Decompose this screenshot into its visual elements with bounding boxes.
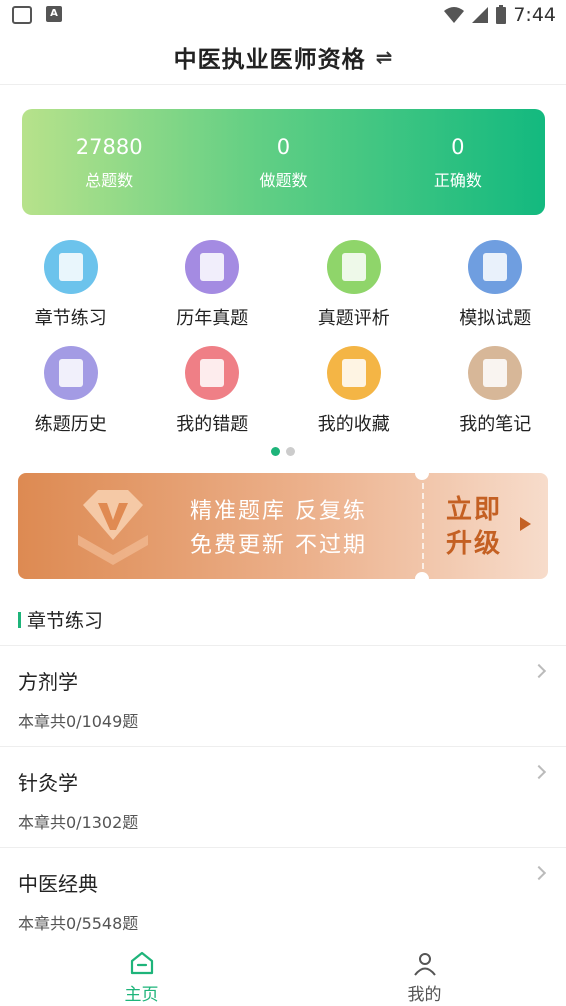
chapter-name: 针灸学 bbox=[18, 771, 78, 795]
grid-item-favorites[interactable]: 我的收藏 bbox=[283, 346, 425, 452]
feature-grid: 章节练习 历年真题 真题评析 模拟试题 练题历史 我的错题 我的收藏 我的笔记 bbox=[0, 240, 566, 452]
grid-item-label: 模拟试题 bbox=[459, 308, 532, 329]
vip-v-icon bbox=[78, 490, 148, 565]
grid-item-label: 真题评析 bbox=[317, 308, 390, 329]
chapter-list: 方剂学 本章共0/1049题 针灸学 本章共0/1302题 中医经典 本章共0/… bbox=[0, 645, 566, 948]
stat-value: 0 bbox=[276, 135, 291, 159]
section-title: 章节练习 bbox=[27, 610, 104, 632]
tab-label: 主页 bbox=[124, 985, 159, 1005]
chapter-name: 方剂学 bbox=[18, 670, 78, 694]
grid-item-mock-test[interactable]: 模拟试题 bbox=[425, 240, 566, 346]
calendar-history-icon bbox=[43, 346, 98, 400]
swap-arrows-icon[interactable]: ⇌ bbox=[376, 45, 393, 69]
section-header: 章节练习 bbox=[18, 606, 103, 633]
stat-label: 总题数 bbox=[85, 171, 134, 190]
list-item[interactable]: 中医经典 本章共0/5548题 bbox=[0, 847, 566, 948]
page-title[interactable]: 中医执业医师资格 bbox=[174, 40, 366, 74]
grid-item-past-exams[interactable]: 历年真题 bbox=[142, 240, 284, 346]
grid-item-notes[interactable]: 我的笔记 bbox=[425, 346, 566, 452]
grid-item-exam-analysis[interactable]: 真题评析 bbox=[283, 240, 425, 346]
chapter-name: 中医经典 bbox=[18, 872, 98, 896]
banner-notch-bottom bbox=[415, 572, 429, 579]
play-arrow-icon bbox=[520, 517, 531, 531]
stat-done: 0 做题数 bbox=[196, 109, 370, 215]
grid-item-label: 我的笔记 bbox=[459, 414, 532, 435]
signal-icon bbox=[472, 7, 489, 23]
document-stack-icon bbox=[326, 240, 381, 294]
cta-line-1: 立即 bbox=[446, 495, 503, 525]
cta-line-2: 升级 bbox=[446, 529, 503, 559]
list-item[interactable]: 针灸学 本章共0/1302题 bbox=[0, 746, 566, 847]
grid-item-wrong-questions[interactable]: 我的错题 bbox=[142, 346, 284, 452]
wifi-icon bbox=[444, 7, 465, 23]
bottom-tab-bar: 主页 我的 bbox=[0, 946, 566, 1006]
stat-total: 27880 总题数 bbox=[22, 109, 196, 215]
notebook-icon bbox=[468, 346, 523, 400]
grid-item-label: 我的错题 bbox=[176, 414, 249, 435]
upgrade-button[interactable]: 立即 升级 bbox=[446, 493, 502, 561]
chevron-right-icon bbox=[531, 865, 547, 881]
status-bar: A 7:44 bbox=[0, 0, 566, 30]
tab-label: 我的 bbox=[407, 985, 442, 1005]
face-icon bbox=[12, 6, 32, 24]
exam-paper-icon bbox=[185, 240, 240, 294]
app-header: 中医执业医师资格 ⇌ bbox=[0, 30, 566, 85]
battery-icon bbox=[496, 5, 507, 24]
home-icon bbox=[130, 951, 153, 975]
stat-value: 27880 bbox=[75, 135, 143, 159]
banner-line-2: 免费更新 不过期 bbox=[190, 533, 367, 558]
stat-label: 做题数 bbox=[259, 171, 308, 190]
section-accent-bar bbox=[18, 611, 21, 628]
pager-dot[interactable] bbox=[286, 447, 295, 456]
stat-label: 正确数 bbox=[433, 171, 482, 190]
grid-item-label: 章节练习 bbox=[34, 308, 107, 329]
wrong-question-icon bbox=[185, 346, 240, 400]
banner-divider bbox=[422, 473, 424, 579]
text-a-icon: A bbox=[46, 6, 62, 22]
box-collect-icon bbox=[326, 346, 381, 400]
grid-item-history[interactable]: 练题历史 bbox=[0, 346, 142, 452]
pager-dot-active[interactable] bbox=[271, 447, 280, 456]
chevron-right-icon bbox=[531, 764, 547, 780]
chevron-right-icon bbox=[531, 663, 547, 679]
grid-item-label: 历年真题 bbox=[176, 308, 249, 329]
user-icon bbox=[413, 953, 436, 976]
grid-item-label: 我的收藏 bbox=[317, 414, 390, 435]
pager-dots bbox=[0, 447, 566, 456]
upgrade-banner[interactable]: 精准题库 反复练 免费更新 不过期 立即 升级 bbox=[18, 473, 548, 579]
list-item[interactable]: 方剂学 本章共0/1049题 bbox=[0, 645, 566, 746]
chapter-count: 本章共0/1049题 bbox=[18, 712, 139, 731]
chapter-count: 本章共0/5548题 bbox=[18, 914, 139, 933]
open-book-icon bbox=[43, 240, 98, 294]
edit-note-icon bbox=[468, 240, 523, 294]
banner-notch-top bbox=[415, 473, 429, 480]
status-time: 7:44 bbox=[513, 4, 556, 26]
chapter-count: 本章共0/1302题 bbox=[18, 813, 139, 832]
tab-home[interactable]: 主页 bbox=[0, 946, 283, 1006]
grid-item-label: 练题历史 bbox=[34, 414, 107, 435]
grid-item-chapter-practice[interactable]: 章节练习 bbox=[0, 240, 142, 346]
stats-card: 27880 总题数 0 做题数 0 正确数 bbox=[22, 109, 545, 215]
stat-value: 0 bbox=[451, 135, 465, 159]
tab-mine[interactable]: 我的 bbox=[283, 946, 566, 1006]
stat-correct: 0 正确数 bbox=[371, 109, 545, 215]
banner-line-1: 精准题库 反复练 bbox=[190, 499, 367, 524]
